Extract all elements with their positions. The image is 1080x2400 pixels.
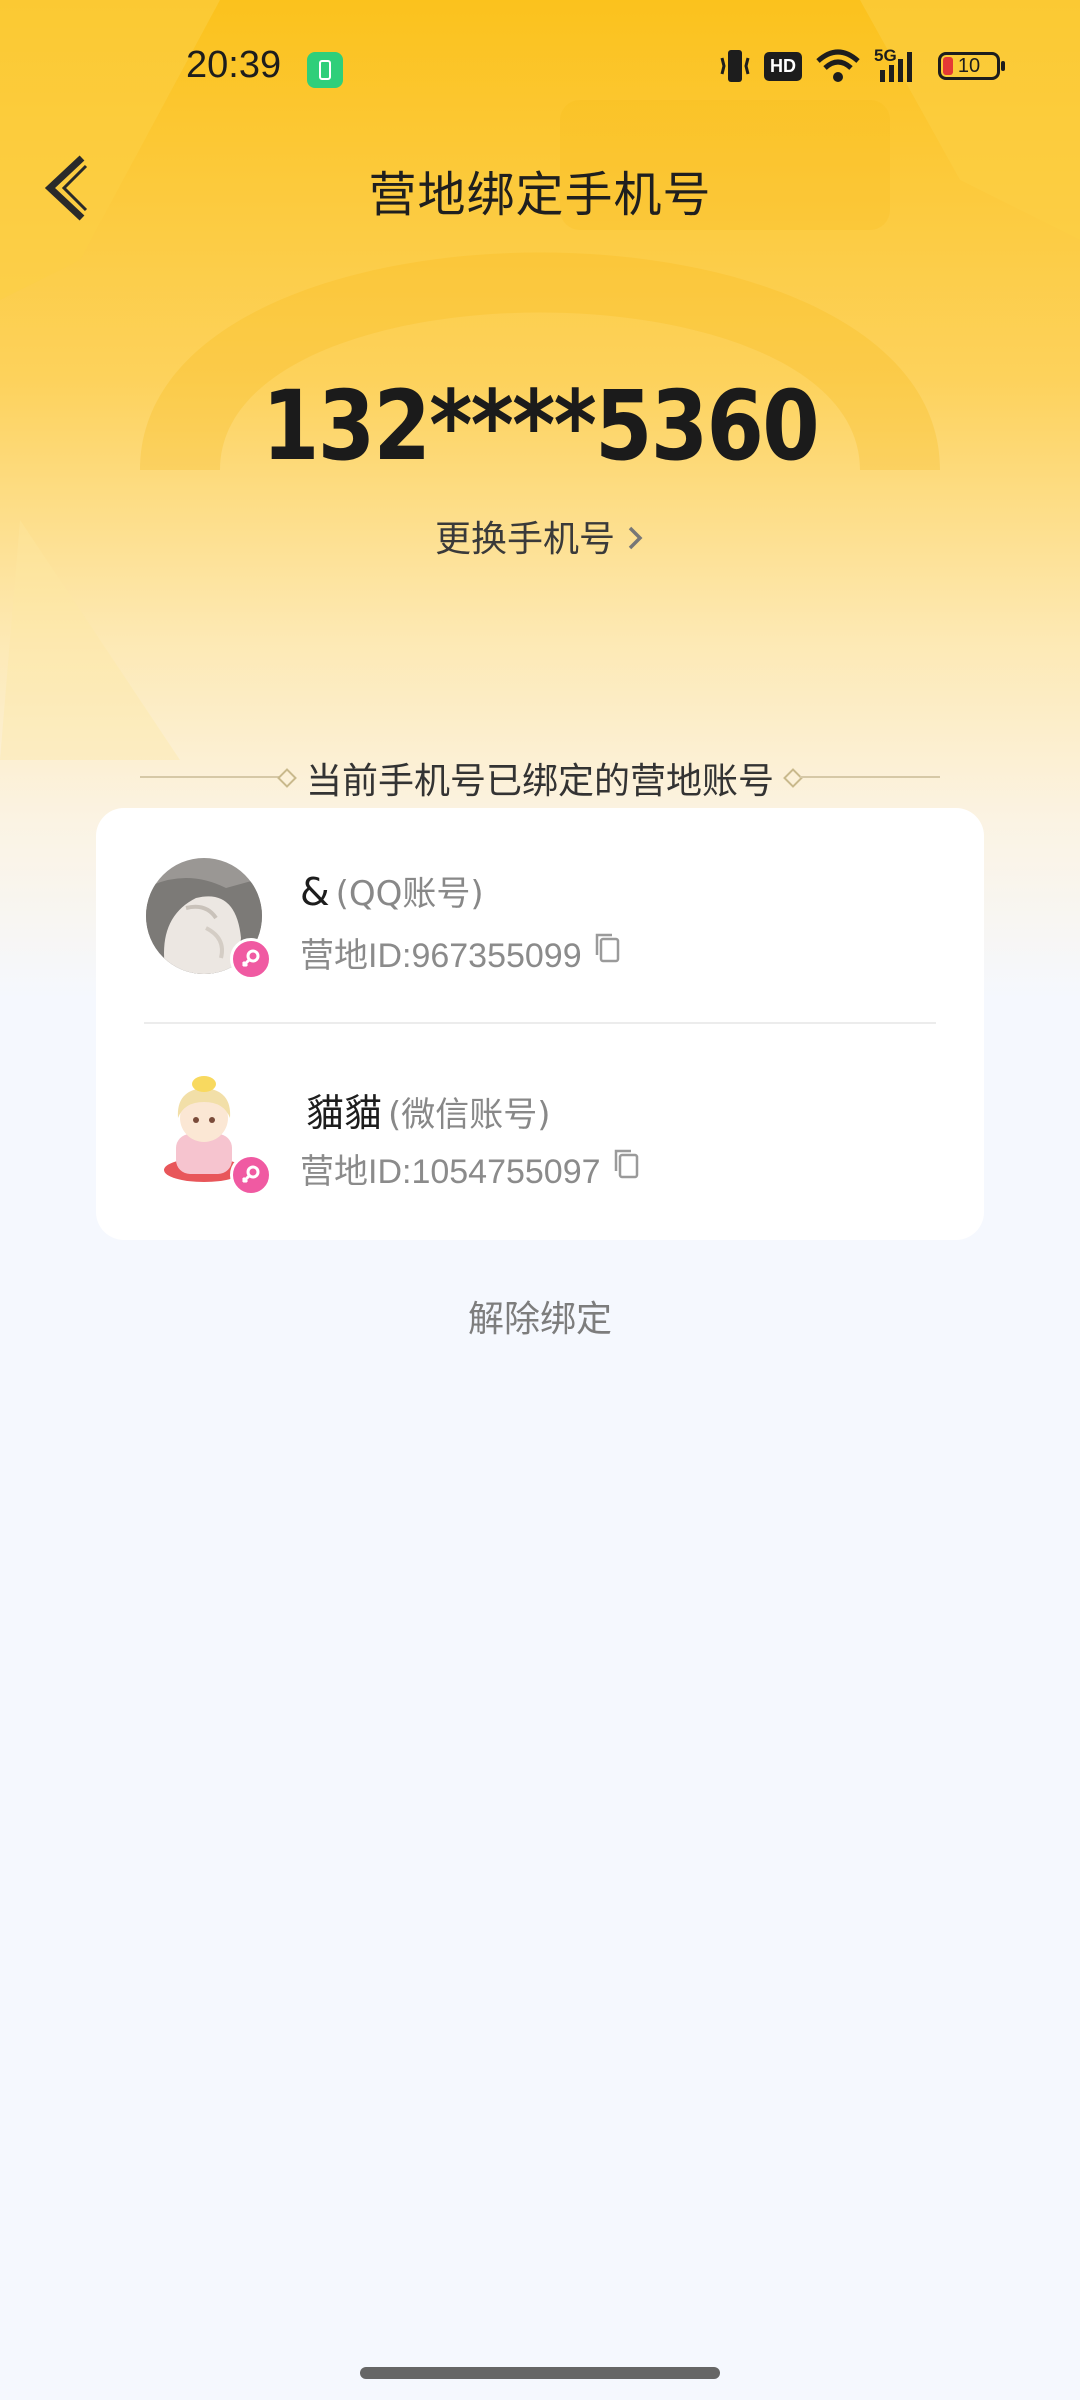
battery-icon: 10 bbox=[938, 52, 1005, 80]
account-name: 貓貓 (微信账号) bbox=[306, 1082, 551, 1137]
hd-icon: HD bbox=[764, 51, 802, 81]
unbind-button[interactable]: 解除绑定 bbox=[0, 1290, 1080, 1342]
account-row-qq[interactable]: & (QQ账号) 营地ID:967355099 bbox=[96, 808, 984, 1024]
copy-icon[interactable] bbox=[592, 931, 622, 974]
account-nickname: 貓貓 bbox=[306, 1091, 383, 1135]
battery-level: 10 bbox=[957, 54, 981, 77]
female-icon bbox=[230, 938, 272, 980]
female-icon bbox=[230, 1154, 272, 1196]
copy-icon[interactable] bbox=[611, 1147, 641, 1190]
section-title: 当前手机号已绑定的营地账号 bbox=[305, 761, 774, 802]
account-id: 营地ID:967355099 bbox=[300, 928, 622, 977]
account-type: (QQ账号) bbox=[335, 874, 484, 914]
battery-saver-icon bbox=[307, 52, 343, 88]
change-phone-label: 更换手机号 bbox=[434, 519, 615, 560]
wifi-icon bbox=[816, 49, 860, 83]
account-id: 营地ID:1054755097 bbox=[300, 1144, 641, 1193]
account-id-text: 营地ID:1054755097 bbox=[300, 1153, 601, 1191]
status-icons: HD 5G 10 bbox=[720, 46, 1005, 84]
account-name: & (QQ账号) bbox=[300, 866, 484, 915]
account-row-wechat[interactable]: 貓貓 (微信账号) 营地ID:1054755097 bbox=[96, 1024, 984, 1240]
home-indicator[interactable] bbox=[360, 2367, 720, 2379]
account-id-text: 营地ID:967355099 bbox=[300, 937, 582, 975]
status-bar: 20:39 HD 5G 10 bbox=[0, 0, 1080, 135]
vibrate-icon bbox=[720, 48, 750, 84]
signal-icon: 5G bbox=[874, 46, 924, 84]
bound-accounts-card: & (QQ账号) 营地ID:967355099 貓貓 (微信账号) 营地ID:1… bbox=[96, 808, 984, 1240]
account-type: (微信账号) bbox=[388, 1095, 551, 1135]
chevron-right-icon bbox=[625, 521, 645, 562]
page-title: 营地绑定手机号 bbox=[368, 167, 712, 223]
change-phone-button[interactable]: 更换手机号 bbox=[0, 510, 1080, 562]
account-nickname: & bbox=[300, 870, 330, 914]
bound-phone-number: 132****5360 bbox=[262, 370, 820, 482]
section-header: 当前手机号已绑定的营地账号 bbox=[130, 752, 950, 802]
status-time: 20:39 bbox=[186, 44, 282, 86]
